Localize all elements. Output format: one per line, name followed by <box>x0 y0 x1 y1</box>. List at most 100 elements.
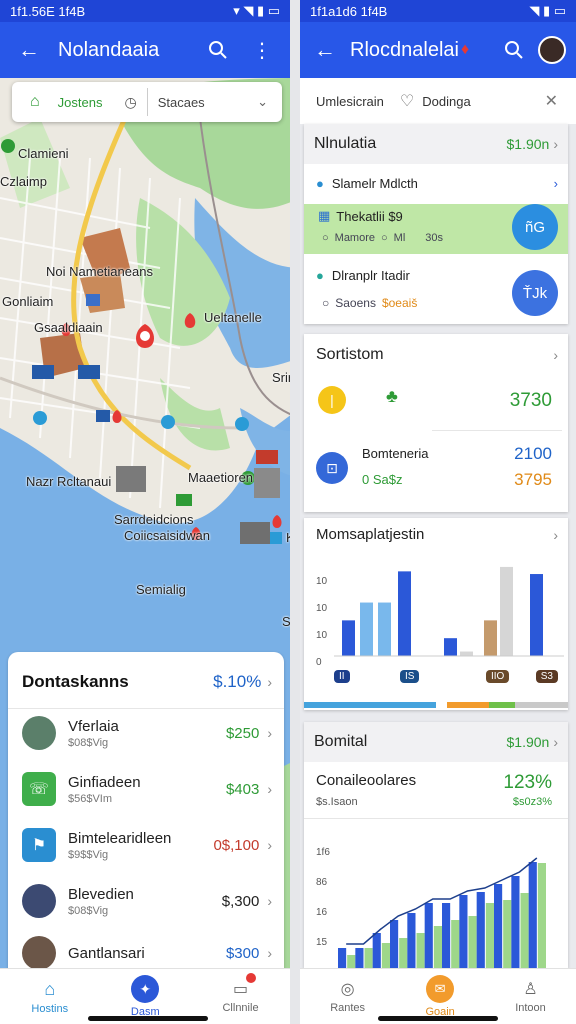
home-indicator <box>378 1016 498 1021</box>
item-sub: 30s <box>425 232 444 244</box>
bar <box>503 900 512 968</box>
list-item[interactable]: Blevedien $08$Vig $,300 › <box>22 884 272 918</box>
radio-icon[interactable]: ○ <box>322 296 329 310</box>
card-title: Momsaplatjestin <box>316 526 425 543</box>
bar <box>444 638 457 656</box>
status-time: 1f1.56E 1f4B <box>10 3 86 19</box>
chevron-right-icon[interactable]: › <box>553 136 558 152</box>
radio-icon[interactable]: ○ <box>322 232 329 244</box>
stat-label: 0 Sa$z <box>362 472 403 487</box>
nav-item-mail[interactable]: ✉ Goain <box>425 975 455 1018</box>
chevron-right-icon[interactable]: › <box>553 527 558 543</box>
coin-icon: | <box>318 386 346 414</box>
y-tick: 0 <box>316 657 322 668</box>
status-icons: ▾ ◥ ▮ ▭ <box>233 3 280 18</box>
bar <box>442 903 451 968</box>
filter-left[interactable]: Umlesicrain <box>316 94 384 109</box>
home-icon: ⌂ <box>44 978 56 999</box>
list-item[interactable]: Gantlansari $300 › <box>22 936 272 970</box>
nav-item-home[interactable]: ⌂ Hostins <box>31 979 68 1015</box>
x-tag: S3 <box>535 670 558 683</box>
status-bar: 1f1.56E 1f4B ▾ ◥ ▮ ▭ <box>0 0 290 22</box>
y-axis: 10 10 10 0 <box>316 568 327 676</box>
close-icon[interactable]: ✕ <box>545 91 558 111</box>
badge-button[interactable]: ñG <box>512 204 558 250</box>
bar <box>347 955 356 968</box>
nav-item-routes[interactable]: ◎ Rantes <box>330 979 365 1014</box>
list-item-name: Blevedien <box>68 885 134 903</box>
x-tag: II <box>334 670 350 683</box>
y-tick: 10 <box>316 576 328 587</box>
list-item[interactable]: ☏ Ginfiadeen $56$VIm $403 › <box>22 772 272 806</box>
list-item-sub: $56$VIm <box>68 792 113 805</box>
search-icon[interactable] <box>208 40 228 60</box>
list-item-value: $250 <box>225 724 260 742</box>
phone-icon: ☏ <box>22 772 56 806</box>
chart-icon: ✦ <box>131 975 160 1003</box>
avatar <box>22 936 56 970</box>
bar <box>511 876 520 968</box>
y-tick: 16 <box>316 907 328 918</box>
item-sub: Saoens <box>335 296 376 310</box>
filter-tab-active[interactable]: Jostens <box>58 95 103 110</box>
back-arrow-icon[interactable]: ← <box>314 37 336 63</box>
avatar[interactable] <box>538 36 566 64</box>
map-label: Noi Nametianeans <box>46 264 153 279</box>
y-tick: 10 <box>316 630 328 641</box>
list-item[interactable]: ● Slamelr Mdlcth › <box>316 176 558 191</box>
nav-item-chart[interactable]: ✦ Dasm <box>131 975 160 1018</box>
map-label: Gsaaldiaain <box>34 320 103 335</box>
app-title: Nolandaaia <box>58 38 160 61</box>
map-label: Czlaimp <box>0 174 47 189</box>
bar <box>520 893 529 968</box>
list-item-name: Gantlansari <box>68 944 145 962</box>
chevron-right-icon[interactable]: › <box>553 734 558 750</box>
map-label: Maaetioren <box>188 470 254 485</box>
y-tick: 15 <box>316 937 328 948</box>
sub-value: $s0z3% <box>512 796 552 808</box>
highlight-row[interactable]: ▦ Thekatlii $9 ○ Mamore ○ Ml 30s ñG <box>304 204 568 254</box>
notification-badge <box>246 973 257 983</box>
bar <box>378 602 391 656</box>
summary-card: Nlnulatia $1.90n › ● Slamelr Mdlcth › ▦ … <box>304 124 568 324</box>
more-vert-icon[interactable]: ⋮ <box>252 38 272 63</box>
chevron-right-icon[interactable]: › <box>267 674 272 690</box>
nav-item-profile[interactable]: ♙ Intoon <box>515 979 546 1014</box>
progress-segment <box>446 702 489 708</box>
person-icon: ♙ <box>523 981 538 998</box>
chevron-down-icon[interactable]: ⌄ <box>257 94 268 110</box>
filter-right[interactable]: Dodinga <box>422 94 470 109</box>
chevron-right-icon[interactable]: › <box>553 347 558 363</box>
bar <box>530 574 543 656</box>
bar <box>528 862 537 968</box>
home-icon[interactable]: ⌂ <box>30 93 40 111</box>
avatar <box>22 884 56 918</box>
chevron-right-icon: › <box>267 781 272 797</box>
chevron-right-icon: › <box>267 725 272 741</box>
dot-icon: ● <box>316 176 324 191</box>
search-icon[interactable] <box>504 40 524 60</box>
stat-value: 3730 <box>509 390 552 411</box>
bar <box>381 943 390 968</box>
card-title: Sortistom <box>316 346 384 363</box>
divider <box>146 88 148 116</box>
nav-item-wallet[interactable]: ▭ Cllnnile <box>222 973 259 1014</box>
filter-tab[interactable]: Stacaes <box>158 95 205 110</box>
nav-label: Intoon <box>515 1002 546 1014</box>
map-label: Semialig <box>136 582 186 597</box>
y-tick: 1f6 <box>316 847 330 858</box>
back-arrow-icon[interactable]: ← <box>18 37 40 63</box>
list-item-name: Ginfiadeen <box>68 773 141 791</box>
radio-icon[interactable]: ○ <box>381 232 388 244</box>
bar <box>355 948 364 968</box>
bar <box>494 884 503 968</box>
bar <box>433 926 442 968</box>
list-item[interactable]: ⚑ Bimtelearidleen $9$$Vig 0$,100 › <box>22 828 272 862</box>
pin-icon: ♦ <box>460 41 470 58</box>
clock-icon[interactable]: ◷ <box>124 94 136 111</box>
list-item[interactable]: ● Dlranplr Itadir <box>316 268 410 283</box>
bar <box>460 651 473 656</box>
list-item[interactable]: Vferlaia $08$Vig $250 › <box>22 716 272 750</box>
badge-button[interactable]: ŤJk <box>512 270 558 316</box>
bar <box>485 903 494 968</box>
